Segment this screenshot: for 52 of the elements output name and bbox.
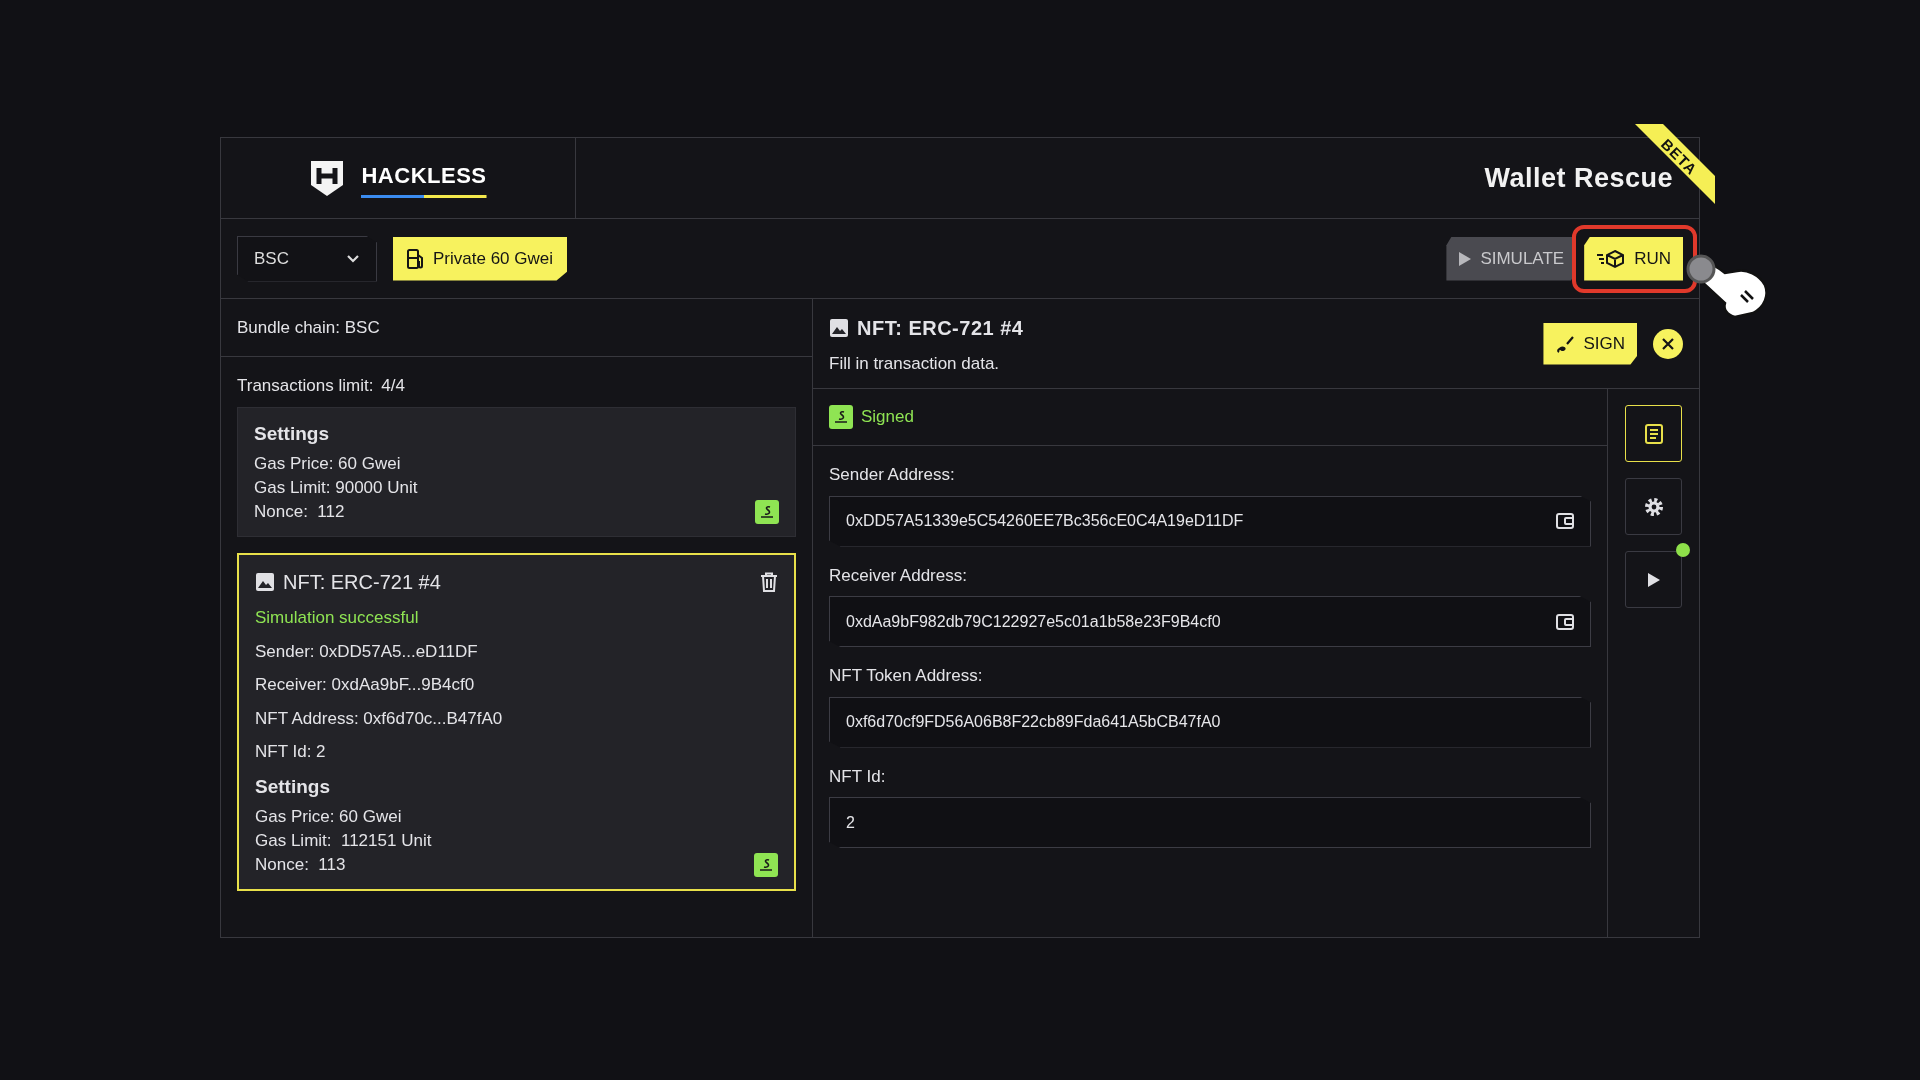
- settings-title: Settings: [254, 421, 330, 446]
- shield-logo-icon: [309, 159, 346, 197]
- field-label: NFT Id:: [829, 765, 887, 788]
- address-field[interactable]: 2: [829, 797, 1591, 848]
- settings-title: Settings: [255, 774, 331, 799]
- setting-line: Gas Price: 60 Gwei: [254, 453, 402, 475]
- settings-card[interactable]: Settings Gas Price: 60 Gwei Gas Limit: 90000 Unit Nonce: 112: [237, 406, 796, 537]
- detail-line: Sender: 0xDD57A5...eD11DF: [255, 640, 479, 663]
- cube-icon: [1596, 248, 1627, 269]
- bundle-chain-text: Bundle chain: BSC: [237, 316, 380, 339]
- editor-subtitle: Fill in transaction data.: [829, 353, 1001, 375]
- close-icon: [1661, 336, 1675, 351]
- wallet-icon[interactable]: [1556, 513, 1574, 529]
- network-select[interactable]: BSC: [237, 235, 377, 282]
- field-label: Receiver Address:: [829, 564, 968, 587]
- simulation-status: Simulation successful: [255, 607, 420, 629]
- signed-status: Signed: [861, 406, 914, 429]
- chevron-down-icon: [346, 253, 360, 264]
- play-icon: [1646, 571, 1661, 588]
- setting-line: Gas Limit: 112151 Unit: [255, 830, 433, 852]
- detail-line: NFT Address: 0xf6d70c...B47fA0: [255, 707, 504, 730]
- setting-line: Gas Price: 60 Gwei: [255, 806, 403, 828]
- editor-title: NFT: ERC-721 #4: [857, 316, 1024, 341]
- gas-pump-icon: [407, 248, 425, 269]
- field-label: Sender Address:: [829, 464, 956, 486]
- detail-line: NFT Id: 2: [255, 741, 327, 763]
- gas-badge: Private 60 Gwei: [393, 236, 567, 281]
- notes-icon: [1644, 423, 1663, 444]
- transaction-card[interactable]: NFT: ERC-721 #4 Simulation successful Sender: 0xDD57A5...eD11DF Receiver: 0xdAa9bF...9B4cf0 NFT Address: 0xf6d70c...B47fA0 NFT Id: 2 Settings Gas Price: 60 Gwei Gas Limit: 112151 Unit Nonce: 113: [237, 553, 796, 891]
- image-icon: [829, 318, 849, 338]
- address-field[interactable]: 0xDD57A51339e5C54260EE7Bc356cE0C4A19eD11DF: [829, 495, 1591, 547]
- sign-button[interactable]: SIGN: [1543, 322, 1637, 365]
- trash-icon[interactable]: [760, 572, 778, 592]
- rail-button[interactable]: [1625, 551, 1682, 608]
- address-field[interactable]: 0xf6d70cf9FD56A06B8F22cb89Fda641A5bCB47fA0: [829, 696, 1591, 748]
- setting-line: Gas Limit: 90000 Unit: [254, 477, 419, 499]
- settings-icon: [1643, 496, 1664, 517]
- image-icon: [255, 572, 275, 592]
- transactions-limit-label: Transactions limit:: [237, 375, 374, 397]
- setting-line: Nonce: 113: [255, 854, 347, 876]
- field-label: NFT Token Address:: [829, 665, 984, 687]
- run-button[interactable]: RUN: [1584, 236, 1683, 281]
- close-button[interactable]: [1653, 328, 1683, 359]
- play-icon: [1458, 250, 1473, 267]
- rail-button[interactable]: [1625, 478, 1682, 535]
- wallet-icon[interactable]: [1556, 613, 1574, 630]
- setting-line: Nonce: 112: [254, 501, 346, 523]
- address-field[interactable]: 0xdAa9bF982db79C122927e5c01a1b58e23F9B4cf0: [829, 596, 1591, 647]
- card-title: NFT: ERC-721 #4: [283, 570, 441, 595]
- signature-icon: [829, 405, 853, 429]
- transactions-limit-value: 4/4: [381, 375, 405, 397]
- detail-line: Receiver: 0xdAa9bF...9B4cf0: [255, 674, 476, 696]
